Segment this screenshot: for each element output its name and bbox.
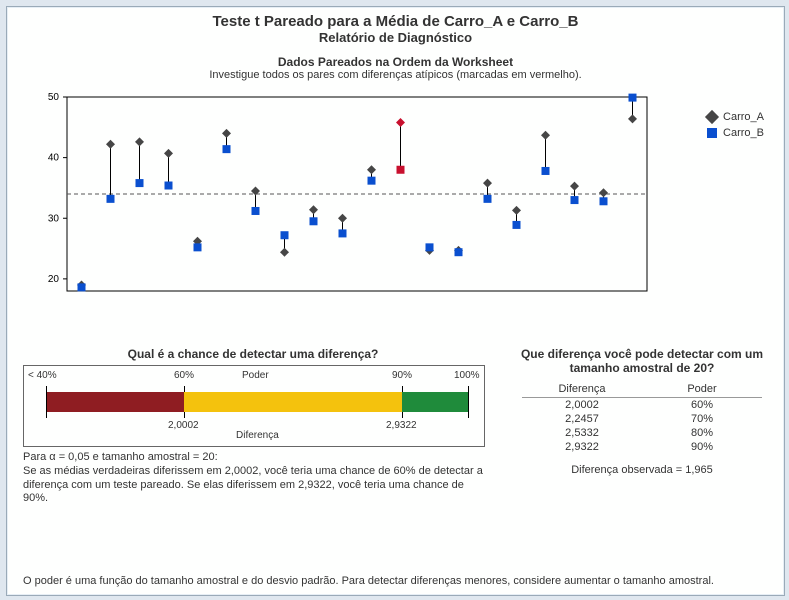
- power-note-line1: Para α = 0,05 e tamanho amostral = 20:: [23, 451, 483, 465]
- detect-power: 80%: [642, 426, 762, 440]
- svg-text:30: 30: [48, 213, 60, 224]
- detect-diff: 2,2457: [522, 412, 642, 426]
- legend-square-icon: [707, 128, 717, 138]
- power-bar-plot: < 40% 60% Poder 90% 100% 2,0002 Diferenç…: [23, 365, 485, 447]
- power-plot-title: Qual é a chance de detectar uma diferenç…: [23, 347, 483, 361]
- power-tick-lt40: < 40%: [28, 370, 57, 381]
- svg-text:50: 50: [48, 92, 60, 103]
- pair-plot-legend: Carro_A Carro_B: [707, 111, 764, 143]
- footer-note: O poder é uma função do tamanho amostral…: [23, 575, 768, 587]
- diff-tick-90: 2,9322: [386, 420, 417, 431]
- detect-title-l2: tamanho amostral de 20?: [507, 361, 777, 375]
- paired-data-plot: 20 30 40 50: [33, 71, 757, 301]
- diff-axis-label: Diferença: [236, 430, 279, 441]
- legend-series-a: Carro_A: [723, 111, 764, 123]
- power-tick-100: 100%: [454, 370, 480, 381]
- table-row: 2,932290%: [522, 440, 762, 454]
- power-axis-label: Poder: [242, 370, 269, 381]
- power-note-line2: Se as médias verdadeiras diferissem em 2…: [23, 465, 483, 506]
- table-row: 2,000260%: [522, 398, 762, 413]
- table-row: 2,245770%: [522, 412, 762, 426]
- detect-diff: 2,5332: [522, 426, 642, 440]
- detect-diff: 2,0002: [522, 398, 642, 413]
- legend-diamond-icon: [705, 110, 719, 124]
- detect-power: 70%: [642, 412, 762, 426]
- detect-diff: 2,9322: [522, 440, 642, 454]
- page-subtitle: Relatório de Diagnóstico: [7, 30, 784, 45]
- detect-col-power: Poder: [642, 381, 762, 398]
- detect-power: 60%: [642, 398, 762, 413]
- detect-col-diff: Diferença: [522, 381, 642, 398]
- pair-plot-title: Dados Pareados na Ordem da Worksheet: [7, 55, 784, 69]
- power-tick-60: 60%: [174, 370, 194, 381]
- svg-text:40: 40: [48, 153, 60, 164]
- diff-tick-60: 2,0002: [168, 420, 199, 431]
- detect-table: Diferença Poder 2,000260%2,245770%2,5332…: [522, 381, 762, 454]
- power-tick-90: 90%: [392, 370, 412, 381]
- detect-title-l1: Que diferença você pode detectar com um: [507, 347, 777, 361]
- svg-text:20: 20: [48, 274, 60, 285]
- observed-difference: Diferença observada = 1,965: [507, 464, 777, 476]
- table-row: 2,533280%: [522, 426, 762, 440]
- legend-series-b: Carro_B: [723, 127, 764, 139]
- page-title: Teste t Pareado para a Média de Carro_A …: [7, 13, 784, 30]
- detect-power: 90%: [642, 440, 762, 454]
